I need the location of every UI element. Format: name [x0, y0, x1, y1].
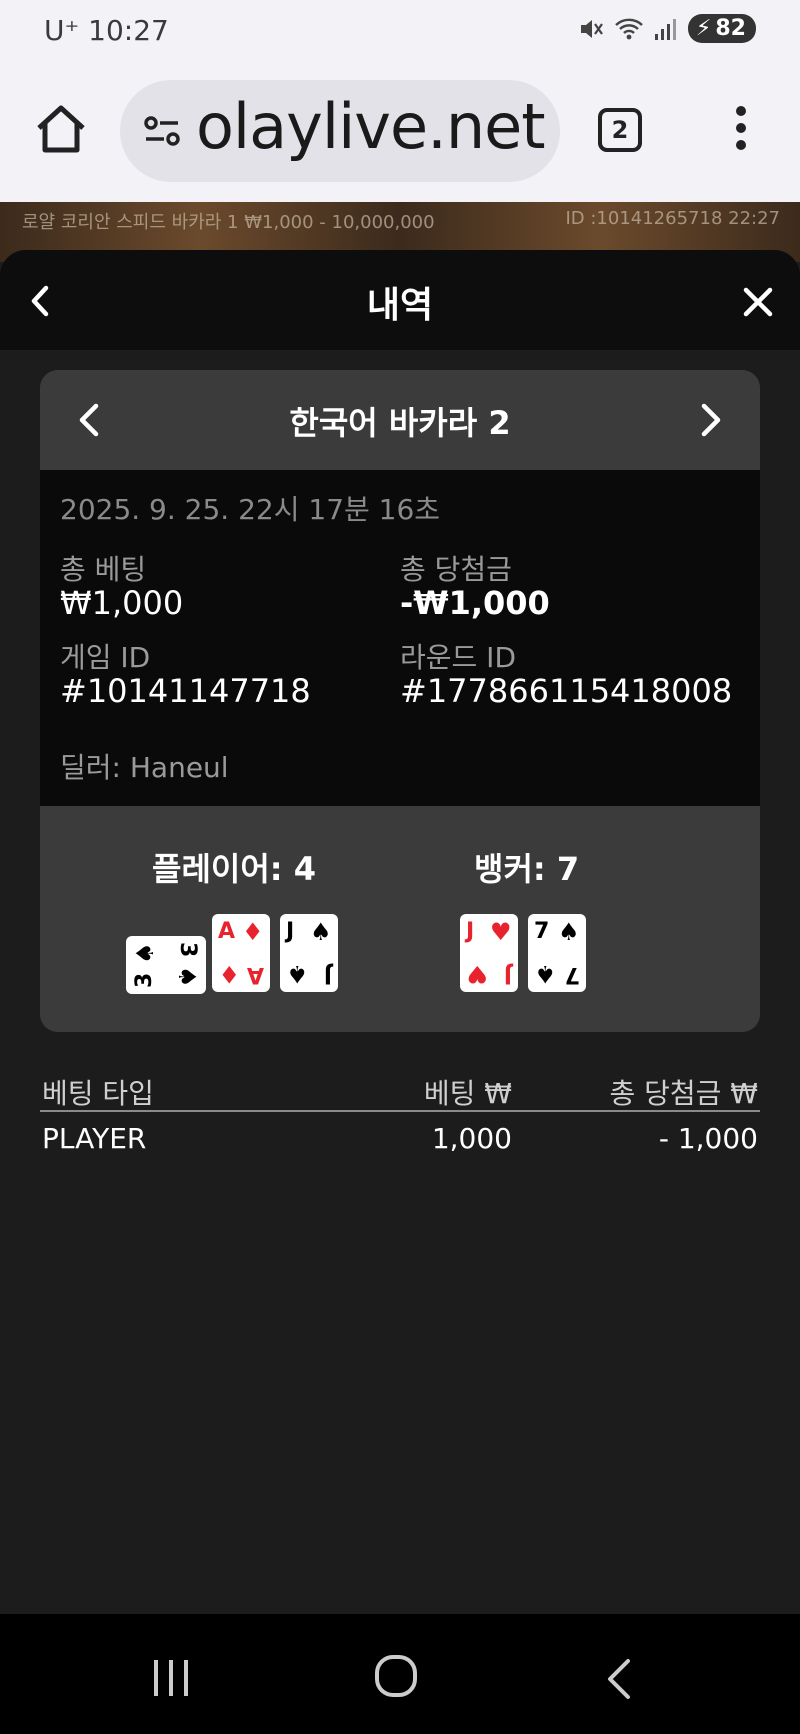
battery-indicator: ⚡ 82 — [687, 14, 756, 43]
svg-text:♦: ♦ — [242, 918, 264, 946]
header-total-win: 총 당첨금 ₩ — [609, 1077, 758, 1110]
home-icon — [37, 105, 85, 153]
player-score: 플레이어: 4 — [152, 850, 316, 888]
svg-text:♠: ♠ — [131, 942, 159, 964]
game-id-value: #10141147718 — [60, 672, 311, 710]
status-icons: ⚡ 82 — [578, 14, 756, 43]
svg-text:J: J — [504, 962, 514, 987]
svg-text:3: 3 — [175, 942, 200, 957]
svg-text:♠: ♠ — [534, 960, 556, 988]
total-bet-value: ₩1,000 — [60, 584, 184, 622]
sheet-header: 내역 — [0, 250, 800, 350]
status-bar: U⁺ 10:27 ⚡ 82 — [0, 0, 800, 62]
header-bet-type: 베팅 타입 — [42, 1077, 154, 1110]
system-nav-bar — [0, 1614, 800, 1734]
round-id-value: #177866115418008 — [400, 672, 733, 710]
svg-text:♦: ♦ — [218, 960, 240, 988]
player-card-3: J ♠ J ♠ — [280, 914, 338, 992]
site-settings-icon[interactable] — [142, 113, 182, 149]
system-back-button[interactable] — [604, 1658, 634, 1700]
more-menu-icon[interactable] — [736, 106, 746, 152]
svg-text:J: J — [324, 962, 334, 987]
round-details: 2025. 9. 25. 22시 17분 16초 총 베팅 ₩1,000 총 당… — [40, 470, 760, 806]
game-id-label: 게임 ID — [60, 641, 151, 674]
back-arrow-icon — [608, 1659, 630, 1699]
table-row: PLAYER 1,000 - 1,000 — [40, 1118, 760, 1162]
close-icon — [743, 287, 773, 317]
svg-text:7: 7 — [565, 962, 580, 987]
bet-table-header: 베팅 타입 베팅 ₩ 총 당첨금 ₩ — [40, 1068, 760, 1112]
recent-apps-icon — [154, 1660, 188, 1696]
svg-text:♠: ♠ — [286, 960, 308, 988]
mute-icon — [580, 19, 603, 38]
sheet-title: 내역 — [366, 285, 434, 326]
wifi-icon — [615, 18, 643, 39]
round-datetime: 2025. 9. 25. 22시 17분 16초 — [60, 493, 441, 526]
bet-amount-cell: 1,000 — [431, 1122, 512, 1155]
header-bet-amount: 베팅 ₩ — [423, 1077, 512, 1110]
total-bet-label: 총 베팅 — [60, 553, 147, 586]
banker-card-2: 7 ♠ 7 ♠ — [528, 914, 586, 992]
game-name: 한국어 바카라 2 — [289, 404, 511, 442]
address-bar[interactable]: olaylive.net — [120, 80, 560, 182]
svg-text:7: 7 — [534, 919, 549, 944]
svg-text:♠: ♠ — [173, 966, 201, 988]
svg-text:♥: ♥ — [490, 918, 512, 946]
total-win-label: 총 당첨금 — [400, 553, 512, 586]
close-button[interactable] — [742, 286, 774, 318]
home-button[interactable] — [34, 102, 88, 156]
url-text: olaylive.net — [196, 90, 546, 163]
player-card-2: A ♦ A ♦ — [212, 914, 270, 992]
svg-text:♥: ♥ — [466, 960, 488, 988]
signal-icon — [654, 18, 676, 40]
browser-toolbar: olaylive.net 2 — [0, 62, 800, 202]
round-detail-panel: 한국어 바카라 2 2025. 9. 25. 22시 17분 16초 총 베팅 … — [40, 370, 760, 1032]
next-round-button[interactable] — [698, 402, 724, 438]
history-sheet: 내역 한국어 바카라 2 2025. 9. 25. 22시 17분 16초 총 … — [0, 250, 800, 1614]
bet-type-cell: PLAYER — [42, 1122, 147, 1155]
tab-switcher-button[interactable]: 2 — [598, 108, 642, 152]
recent-apps-button[interactable] — [150, 1658, 192, 1698]
total-win-value: -₩1,000 — [400, 584, 550, 622]
home-circle-icon — [375, 1655, 417, 1697]
table-info-text: 로얄 코리안 스피드 바카라 1 ₩1,000 - 10,000,000 — [22, 212, 435, 233]
svg-text:♠: ♠ — [558, 918, 580, 946]
svg-text:A: A — [247, 962, 264, 987]
chevron-right-icon — [701, 403, 721, 437]
banker-card-1: J ♥ J ♥ — [460, 914, 518, 992]
svg-text:♠: ♠ — [310, 918, 332, 946]
battery-level: 82 — [715, 16, 746, 41]
round-result: 플레이어: 4 뱅커: 7 3 ♠ 3 ♠ A ♦ A ♦ J ♠ J ♠ J ♥ J ♥ 7 ♠ 7 ♠ — [40, 806, 760, 1032]
round-id-label: 라운드 ID — [400, 641, 516, 674]
charging-icon: ⚡ — [695, 16, 712, 41]
svg-text:J: J — [284, 919, 294, 944]
banker-score: 뱅커: 7 — [474, 850, 580, 888]
svg-text:A: A — [218, 919, 235, 944]
game-navigator: 한국어 바카라 2 — [40, 370, 760, 470]
carrier-time: U⁺ 10:27 — [44, 14, 169, 47]
system-home-button[interactable] — [374, 1654, 418, 1698]
total-win-cell: - 1,000 — [658, 1122, 758, 1155]
svg-text:J: J — [464, 919, 474, 944]
svg-text:3: 3 — [132, 973, 157, 988]
dealer-name: 딜러: Haneul — [60, 751, 229, 784]
session-id-text: ID :10141265718 22:27 — [565, 208, 780, 229]
player-card-1: 3 ♠ 3 ♠ — [126, 936, 206, 994]
